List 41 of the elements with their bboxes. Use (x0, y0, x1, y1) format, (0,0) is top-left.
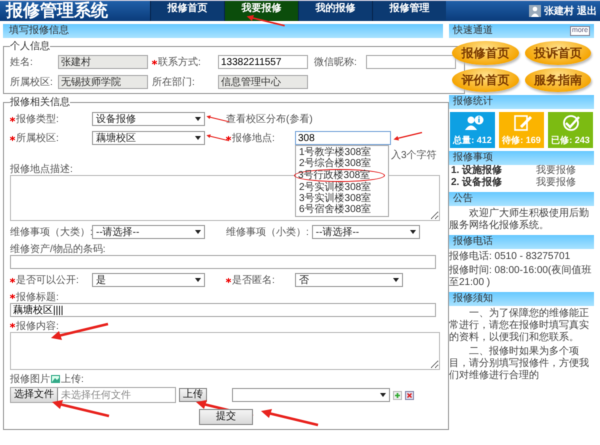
stat-label: 待修: 169 (502, 134, 541, 147)
stat-label: 已修: 243 (551, 134, 590, 147)
field-label: 报修地点: (232, 132, 275, 145)
field-label: 报修标题: (16, 290, 59, 304)
field-label: 微信昵称: (314, 56, 357, 69)
section-title: 报修统计 (453, 95, 493, 109)
field-label: 姓名: (10, 56, 33, 69)
field-label: 报修图片 (10, 372, 50, 386)
section-title: 报修事项 (453, 151, 493, 164)
field-label: 是否匿名: (232, 274, 275, 287)
field-label: 联系方式: (158, 56, 201, 69)
stat-label: 总量: 412 (453, 134, 492, 147)
section-title: 公告 (453, 192, 473, 206)
rule-text: 二、报修时如果为多个项目，请分别填写报修件，方便我们对维修进行合理的 (449, 346, 590, 382)
field-label: 所属校区: (16, 132, 59, 145)
field-label: 报修地点描述: (10, 162, 73, 176)
item-name: 2. 设备报修 (451, 177, 502, 189)
field-label: 所在部门: (152, 76, 195, 89)
app-title: 报修管理系统 (4, 1, 109, 21)
fieldset-legend: 报修相关信息 (10, 97, 70, 108)
field-label: 上传: (61, 372, 84, 386)
notice-text: 欢迎广大师生积极使用后勤服务网络化报修系统。 (449, 208, 590, 232)
item-name: 1. 设施报修 (451, 165, 502, 176)
rule-text: 一、为了保障您的维修能正常进行，请您在报修时填写真实的资料，以便我们和您联系。 (449, 308, 590, 344)
field-label: 维修事项（小类）: (226, 226, 309, 239)
contact-text: 报修时间: 08:00-16:00(夜间值班至21:00 ) (449, 265, 592, 289)
hint-text: 入3个字符 (391, 148, 437, 162)
field-label: 所属校区: (10, 76, 53, 89)
fieldset-legend: 个人信息 (10, 41, 50, 52)
section-title: 报修须知 (453, 292, 493, 306)
section-header: 填写报修信息 (3, 24, 443, 38)
file-status: 未选择任何文件 (60, 388, 131, 402)
contact-text: 报修电话: 0510 - 83275701 (449, 251, 572, 263)
field-label: 是否可以公开: (16, 274, 79, 287)
section-title: 快速通道 (453, 24, 493, 38)
field-label: 报修内容: (16, 320, 59, 332)
field-label: 报修类型: (16, 112, 59, 126)
field-label: 维修事项（大类）: (10, 226, 93, 239)
section-title: 报修电话 (453, 235, 493, 249)
field-label: 维修资产/物品的条码: (10, 242, 106, 256)
user-name: 张建村 (544, 4, 574, 18)
